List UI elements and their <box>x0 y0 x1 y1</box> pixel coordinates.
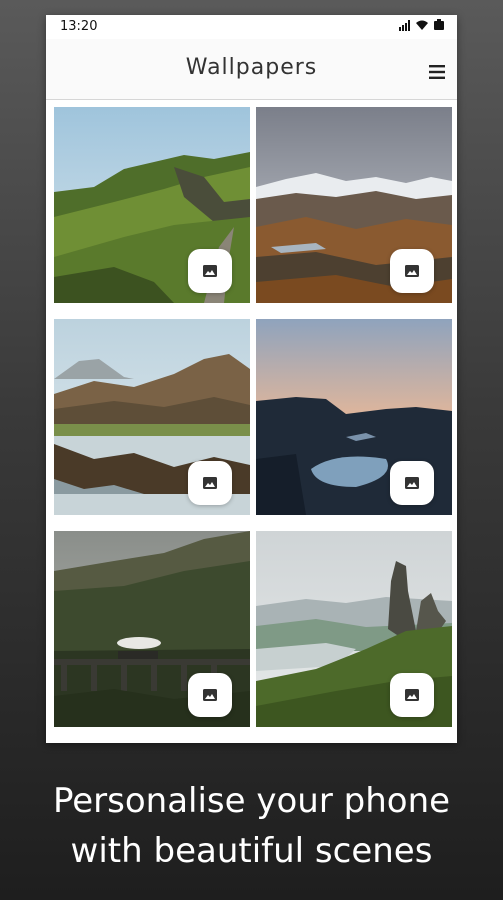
set-wallpaper-button[interactable] <box>188 461 232 505</box>
image-icon <box>405 477 419 489</box>
image-icon <box>203 265 217 277</box>
status-icons <box>399 19 445 31</box>
image-icon <box>405 689 419 701</box>
wallpaper-tile[interactable] <box>54 107 250 303</box>
set-wallpaper-button[interactable] <box>390 249 434 293</box>
wallpaper-tile[interactable] <box>256 319 452 515</box>
caption-line-2: with beautiful scenes <box>70 831 433 871</box>
set-wallpaper-button[interactable] <box>188 673 232 717</box>
image-icon <box>203 689 217 701</box>
app-bar: Wallpapers <box>46 39 457 100</box>
status-time: 13:20 <box>60 19 98 34</box>
wallpaper-grid <box>54 107 454 737</box>
set-wallpaper-button[interactable] <box>188 249 232 293</box>
hamburger-menu-icon[interactable] <box>429 65 445 79</box>
status-bar: 13:20 <box>46 15 457 39</box>
wifi-icon <box>416 20 428 30</box>
wallpaper-tile[interactable] <box>54 531 250 727</box>
wallpaper-tile[interactable] <box>54 319 250 515</box>
signal-icon <box>399 19 410 31</box>
wallpaper-tile[interactable] <box>256 531 452 727</box>
set-wallpaper-button[interactable] <box>390 461 434 505</box>
caption-line-1: Personalise your phone <box>52 781 451 821</box>
battery-icon <box>434 19 444 30</box>
phone-screen: 13:20 Wallpapers <box>46 15 457 743</box>
image-icon <box>405 265 419 277</box>
wallpaper-tile[interactable] <box>256 107 452 303</box>
image-icon <box>203 477 217 489</box>
page-title: Wallpapers <box>185 55 318 80</box>
promo-caption: Personalise your phone with beautiful sc… <box>0 776 503 876</box>
set-wallpaper-button[interactable] <box>390 673 434 717</box>
